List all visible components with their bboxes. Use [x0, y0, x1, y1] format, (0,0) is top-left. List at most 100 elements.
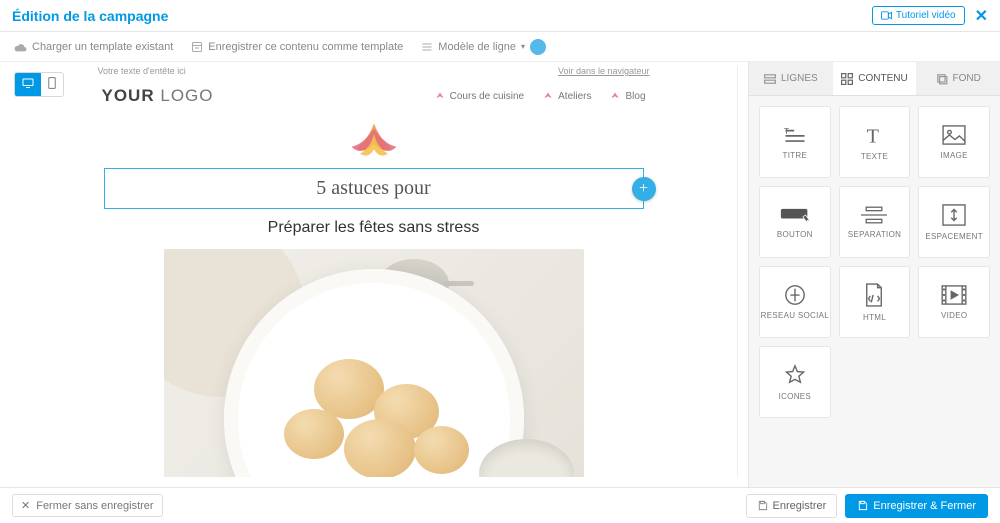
widget-button[interactable]: BOUTON — [759, 186, 831, 258]
close-no-save-label: Fermer sans enregistrer — [36, 500, 153, 512]
canvas-area: Votre texte d'entête ici Voir dans le na… — [0, 62, 748, 487]
close-without-saving-button[interactable]: ✕ Fermer sans enregistrer — [12, 494, 163, 517]
svg-text:T: T — [867, 125, 879, 146]
email-canvas[interactable]: Votre texte d'entête ici Voir dans le na… — [94, 66, 654, 477]
video-icon — [881, 11, 892, 20]
toolbar: Charger un template existant Enregistrer… — [0, 32, 1000, 62]
tutorial-label: Tutoriel vidéo — [896, 10, 956, 21]
main: Votre texte d'entête ici Voir dans le na… — [0, 62, 1000, 487]
widget-separator[interactable]: SEPARATION — [839, 186, 911, 258]
widget-title[interactable]: T TITRE — [759, 106, 831, 178]
desktop-icon — [22, 78, 34, 88]
save-icon — [757, 500, 768, 511]
widget-image[interactable]: IMAGE — [918, 106, 990, 178]
mobile-view-button[interactable] — [41, 73, 63, 96]
image-widget-icon — [942, 125, 966, 145]
load-template-label: Charger un template existant — [32, 41, 173, 53]
nav-label: Blog — [625, 91, 645, 102]
add-block-handle[interactable]: + — [632, 177, 656, 201]
widget-label: VIDEO — [941, 311, 967, 320]
star-widget-icon — [784, 364, 806, 386]
save-label: Enregistrer — [773, 500, 827, 512]
widget-label: HTML — [863, 313, 886, 322]
widget-label: RESEAU SOCIAL — [761, 312, 829, 321]
nav-item-courses[interactable]: Cours de cuisine — [434, 91, 524, 102]
email-nav: Cours de cuisine Ateliers Blog — [434, 91, 646, 102]
widget-label: IMAGE — [941, 151, 968, 160]
save-template-label: Enregistrer ce contenu comme template — [208, 41, 403, 53]
title-text: 5 astuces pour — [316, 177, 430, 199]
lotus-icon — [434, 92, 446, 100]
subtitle-text[interactable]: Préparer les fêtes sans stress — [94, 219, 654, 237]
view-in-browser-link[interactable]: Voir dans le navigateur — [558, 66, 650, 76]
social-widget-icon — [784, 284, 806, 306]
spacing-widget-icon — [942, 204, 966, 226]
tab-label: CONTENU — [858, 73, 907, 84]
widget-video[interactable]: VIDEO — [918, 266, 990, 338]
lines-icon — [421, 42, 433, 52]
tab-content[interactable]: CONTENU — [833, 62, 917, 95]
nav-item-workshops[interactable]: Ateliers — [542, 91, 591, 102]
logo-bold: YOUR — [102, 86, 155, 105]
desktop-view-button[interactable] — [15, 73, 41, 96]
nav-item-blog[interactable]: Blog — [609, 91, 645, 102]
top-header: Édition de la campagne Tutoriel vidéo ✕ — [0, 0, 1000, 32]
footer: ✕ Fermer sans enregistrer Enregistrer En… — [0, 487, 1000, 523]
nav-label: Ateliers — [558, 91, 591, 102]
layers-icon — [936, 73, 948, 85]
new-badge-icon — [530, 39, 546, 55]
hero-lotus — [94, 120, 654, 162]
logo-light: LOGO — [160, 86, 213, 105]
footer-right: Enregistrer Enregistrer & Fermer — [746, 494, 989, 518]
side-tabs: LIGNES CONTENU FOND — [749, 62, 1000, 96]
line-model-label: Modèle de ligne — [438, 41, 516, 53]
widget-icons[interactable]: ICONES — [759, 346, 831, 418]
hero-image[interactable] — [164, 249, 584, 477]
video-widget-icon — [941, 285, 967, 305]
header-actions: Tutoriel vidéo ✕ — [872, 6, 988, 26]
widget-label: SEPARATION — [848, 230, 901, 239]
load-template-button[interactable]: Charger un template existant — [14, 41, 173, 53]
photo-pancake — [284, 409, 344, 459]
save-icon — [857, 500, 868, 511]
header-placeholder-text: Votre texte d'entête ici — [98, 66, 186, 76]
tutorial-video-button[interactable]: Tutoriel vidéo — [872, 6, 965, 25]
widget-label: BOUTON — [777, 230, 813, 239]
save-template-icon — [191, 41, 203, 53]
widget-spacing[interactable]: ESPACEMENT — [918, 186, 990, 258]
line-model-button[interactable]: Modèle de ligne ▾ — [421, 39, 546, 55]
device-toggle — [14, 72, 64, 97]
widget-label: ICONES — [779, 392, 811, 401]
title-widget-icon: T — [782, 125, 808, 145]
tab-lines[interactable]: LIGNES — [749, 62, 833, 95]
widget-label: TITRE — [783, 151, 808, 160]
lotus-icon — [609, 92, 621, 100]
grid-icon — [841, 73, 853, 85]
widget-html[interactable]: HTML — [839, 266, 911, 338]
logo-nav-row: YOUR LOGO Cours de cuisine Ateliers — [94, 80, 654, 116]
logo: YOUR LOGO — [102, 86, 214, 106]
page-title: Édition de la campagne — [12, 8, 168, 24]
save-and-close-button[interactable]: Enregistrer & Fermer — [845, 494, 988, 518]
text-widget-icon: T — [863, 124, 885, 146]
separator-widget-icon — [861, 206, 887, 224]
tab-background[interactable]: FOND — [916, 62, 1000, 95]
widget-social[interactable]: RESEAU SOCIAL — [759, 266, 831, 338]
widgets-grid: T TITRE T TEXTE IMAGE BOUTON SEPARATION — [749, 96, 1000, 428]
close-icon[interactable]: ✕ — [975, 6, 988, 26]
save-button[interactable]: Enregistrer — [746, 494, 838, 518]
close-icon: ✕ — [21, 499, 30, 512]
selected-title-block[interactable]: 5 astuces pour + — [104, 168, 644, 209]
photo-pancake — [344, 419, 416, 477]
button-widget-icon — [780, 206, 810, 224]
tab-label: FOND — [953, 73, 981, 84]
save-as-template-button[interactable]: Enregistrer ce contenu comme template — [191, 41, 403, 53]
canvas-scroll[interactable]: Votre texte d'entête ici Voir dans le na… — [10, 66, 738, 477]
mobile-icon — [48, 77, 56, 89]
nav-label: Cours de cuisine — [450, 91, 524, 102]
side-panel: LIGNES CONTENU FOND T TITRE T TEXTE — [748, 62, 1000, 487]
cloud-upload-icon — [14, 41, 27, 52]
widget-text[interactable]: T TEXTE — [839, 106, 911, 178]
html-widget-icon — [864, 283, 884, 307]
lotus-icon — [542, 92, 554, 100]
